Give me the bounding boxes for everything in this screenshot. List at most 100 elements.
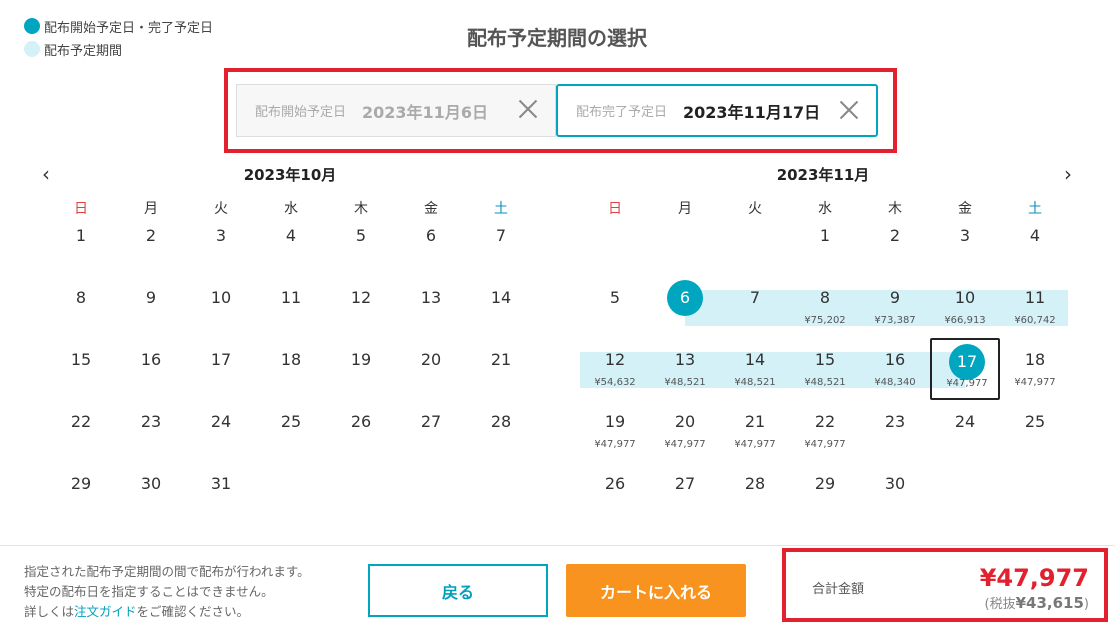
calendar-day[interactable]: 19 ¥47,977 [580, 400, 650, 462]
calendar-day[interactable]: 7 [720, 276, 790, 338]
calendar-day[interactable]: 5 [326, 214, 396, 276]
start-date-label: 配布開始予定日 [255, 105, 347, 120]
calendar-day[interactable]: 15 [46, 338, 116, 400]
calendar-day[interactable]: 11 ¥60,742 [1000, 276, 1070, 338]
day-number: 31 [210, 474, 232, 493]
calendar-day[interactable]: 27 [650, 462, 720, 524]
calendar-day[interactable]: 12 ¥54,632 [580, 338, 650, 400]
day-number: 7 [495, 226, 507, 245]
day-number: 5 [609, 288, 621, 307]
calendar-day[interactable]: 12 [326, 276, 396, 338]
calendar-day[interactable]: 5 [580, 276, 650, 338]
calendar-day[interactable]: 30 [116, 462, 186, 524]
calendar-day[interactable]: 22 ¥47,977 [790, 400, 860, 462]
calendar-day[interactable]: 3 [186, 214, 256, 276]
calendar-day[interactable]: 26 [580, 462, 650, 524]
day-number: 2 [889, 226, 901, 245]
calendar-day[interactable]: 14 ¥48,521 [720, 338, 790, 400]
calendar-day[interactable]: 22 [46, 400, 116, 462]
calendar-day[interactable]: 17 ¥47,977 [930, 338, 1000, 400]
calendar-day[interactable]: 24 [186, 400, 256, 462]
day-number: 22 [814, 412, 836, 431]
calendar-day[interactable]: 17 [186, 338, 256, 400]
day-number: 13 [420, 288, 442, 307]
clear-end-date-icon[interactable] [836, 97, 862, 123]
calendar-day[interactable]: 25 [1000, 400, 1070, 462]
calendar-day[interactable]: 8 [46, 276, 116, 338]
calendar-day[interactable]: 27 [396, 400, 466, 462]
calendar-day[interactable]: 6 [396, 214, 466, 276]
tax-close: ) [1083, 597, 1089, 612]
calendar-day[interactable]: 3 [930, 214, 1000, 276]
calendar-day[interactable]: 13 [396, 276, 466, 338]
note-line-2: 特定の配布日を指定することはできません。 [24, 584, 274, 599]
add-to-cart-button[interactable]: カートに入れる [566, 564, 746, 617]
calendar-day[interactable]: 30 [860, 462, 930, 524]
day-price: ¥73,387 [874, 315, 916, 326]
calendar-day[interactable]: 23 [116, 400, 186, 462]
calendar-day[interactable]: 20 [396, 338, 466, 400]
calendar-day[interactable]: 1 [790, 214, 860, 276]
calendar-day[interactable]: 31 [186, 462, 256, 524]
calendar-day[interactable]: 24 [930, 400, 1000, 462]
calendar-day[interactable]: 18 [256, 338, 326, 400]
day-number: 17 [949, 344, 985, 380]
calendar-day[interactable]: 20 ¥47,977 [650, 400, 720, 462]
calendar-day[interactable]: 7 [466, 214, 536, 276]
calendar-day[interactable]: 16 ¥48,340 [860, 338, 930, 400]
day-number: 11 [280, 288, 302, 307]
weekday-header: 火 [748, 201, 762, 217]
next-month-icon[interactable]: › [1058, 164, 1078, 184]
day-number: 14 [490, 288, 512, 307]
day-number: 18 [1024, 350, 1046, 369]
day-number: 13 [674, 350, 696, 369]
calendar-day[interactable]: 21 ¥47,977 [720, 400, 790, 462]
day-number: 29 [70, 474, 92, 493]
prev-month-icon[interactable]: ‹ [36, 164, 56, 184]
calendar-day[interactable]: 29 [46, 462, 116, 524]
calendar-day[interactable]: 15 ¥48,521 [790, 338, 860, 400]
order-guide-link[interactable]: 注文ガイド [74, 604, 137, 619]
day-number: 10 [210, 288, 232, 307]
day-price: ¥66,913 [944, 315, 986, 326]
calendar-day[interactable]: 10 [186, 276, 256, 338]
day-price: ¥48,521 [734, 377, 776, 388]
calendar-day[interactable]: 14 [466, 276, 536, 338]
calendar-day[interactable]: 6 [650, 276, 720, 338]
day-price: ¥47,977 [1014, 377, 1056, 388]
calendar-day[interactable]: 23 [860, 400, 930, 462]
calendar-day[interactable]: 2 [860, 214, 930, 276]
calendar-day[interactable]: 26 [326, 400, 396, 462]
calendar-day[interactable]: 29 [790, 462, 860, 524]
end-date-field[interactable]: 配布完了予定日 2023年11月17日 [556, 84, 878, 137]
calendar-day[interactable]: 28 [466, 400, 536, 462]
calendar-day[interactable]: 13 ¥48,521 [650, 338, 720, 400]
calendar-day[interactable]: 21 [466, 338, 536, 400]
end-date-value: 2023年11月17日 [683, 102, 821, 122]
clear-start-date-icon[interactable] [515, 96, 541, 122]
calendar-day[interactable]: 8 ¥75,202 [790, 276, 860, 338]
calendar-day[interactable]: 16 [116, 338, 186, 400]
calendar-day[interactable]: 19 [326, 338, 396, 400]
calendar-day[interactable]: 25 [256, 400, 326, 462]
calendar-day[interactable]: 4 [256, 214, 326, 276]
start-date-field[interactable]: 配布開始予定日 2023年11月6日 [236, 84, 556, 137]
day-number: 27 [420, 412, 442, 431]
calendar-day[interactable]: 10 ¥66,913 [930, 276, 1000, 338]
day-number: 27 [674, 474, 696, 493]
weekday-header: 日 [608, 201, 622, 217]
calendar-day[interactable]: 9 [116, 276, 186, 338]
calendar-day[interactable]: 4 [1000, 214, 1070, 276]
back-button[interactable]: 戻る [368, 564, 548, 617]
calendar-day[interactable]: 1 [46, 214, 116, 276]
day-number: 3 [215, 226, 227, 245]
day-number: 21 [490, 350, 512, 369]
tax-open: (税抜 [984, 597, 1016, 612]
calendar-day[interactable]: 9 ¥73,387 [860, 276, 930, 338]
calendar-day[interactable]: 2 [116, 214, 186, 276]
total-label: 合計金額 [812, 582, 865, 597]
calendar-day[interactable]: 11 [256, 276, 326, 338]
day-number: 23 [884, 412, 906, 431]
calendar-day[interactable]: 18 ¥47,977 [1000, 338, 1070, 400]
calendar-day[interactable]: 28 [720, 462, 790, 524]
